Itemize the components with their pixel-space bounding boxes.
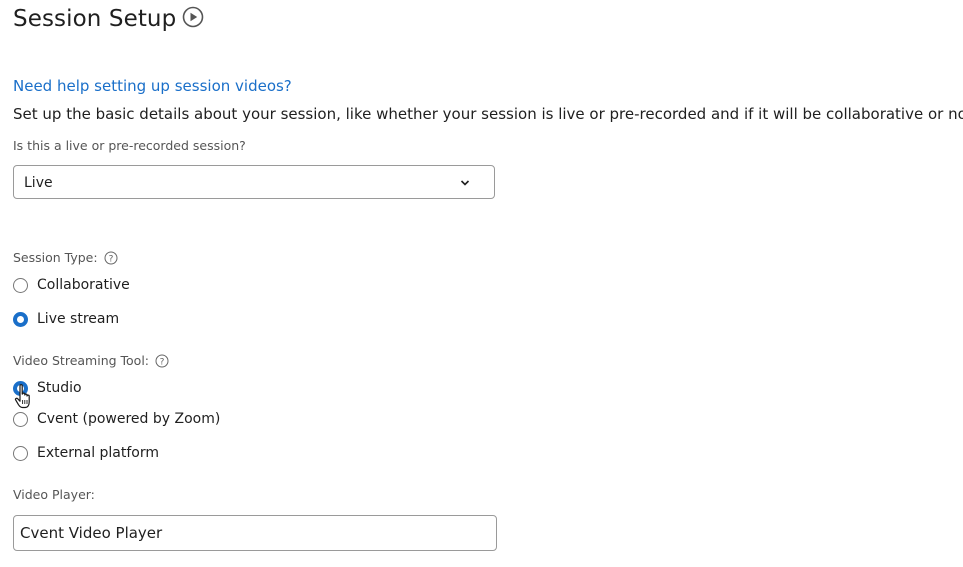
radio-external-platform[interactable]	[13, 445, 28, 461]
radio-label-collaborative: Collaborative	[37, 277, 130, 293]
svg-text:?: ?	[108, 254, 113, 264]
radio-option-external-platform[interactable]: External platform	[13, 445, 159, 461]
radio-label-external-platform: External platform	[37, 445, 160, 461]
play-circle-icon[interactable]	[182, 6, 204, 28]
radio-label-cvent-zoom: Cvent (powered by Zoom)	[37, 411, 221, 427]
video-player-label: Video Player:	[13, 487, 95, 502]
radio-option-live-stream[interactable]: Live stream	[13, 311, 119, 327]
help-circle-icon[interactable]: ?	[104, 251, 118, 265]
svg-text:?: ?	[160, 357, 165, 367]
session-type-label-text: Session Type:	[13, 250, 98, 265]
session-setup-page: Session Setup Need help setting up sessi…	[0, 0, 963, 567]
radio-studio[interactable]	[13, 380, 28, 396]
radio-live-stream[interactable]	[13, 311, 28, 327]
chevron-down-icon	[460, 180, 470, 186]
video-player-label-text: Video Player:	[13, 487, 95, 502]
radio-collaborative[interactable]	[13, 277, 28, 293]
session-mode-label: Is this a live or pre-recorded session?	[13, 138, 246, 153]
session-mode-label-text: Is this a live or pre-recorded session?	[13, 138, 246, 153]
radio-option-studio[interactable]: Studio	[13, 380, 82, 396]
radio-option-cvent-zoom[interactable]: Cvent (powered by Zoom)	[13, 411, 220, 427]
help-link[interactable]: Need help setting up session videos?	[13, 77, 292, 95]
page-title: Session Setup	[13, 6, 177, 32]
radio-label-studio: Studio	[37, 380, 82, 396]
radio-cvent-zoom[interactable]	[13, 411, 28, 427]
radio-option-collaborative[interactable]: Collaborative	[13, 277, 130, 293]
session-mode-select[interactable]: Live	[13, 165, 495, 199]
streaming-tool-label-text: Video Streaming Tool:	[13, 353, 150, 368]
title-row: Session Setup	[13, 6, 204, 32]
radio-label-live-stream: Live stream	[37, 311, 120, 327]
session-mode-selected-value: Live	[24, 175, 53, 191]
session-type-label: Session Type: ?	[13, 250, 118, 265]
video-player-input[interactable]	[13, 515, 497, 551]
session-description: Set up the basic details about your sess…	[13, 105, 963, 123]
streaming-tool-label: Video Streaming Tool: ?	[13, 353, 169, 368]
help-circle-icon[interactable]: ?	[155, 354, 169, 368]
